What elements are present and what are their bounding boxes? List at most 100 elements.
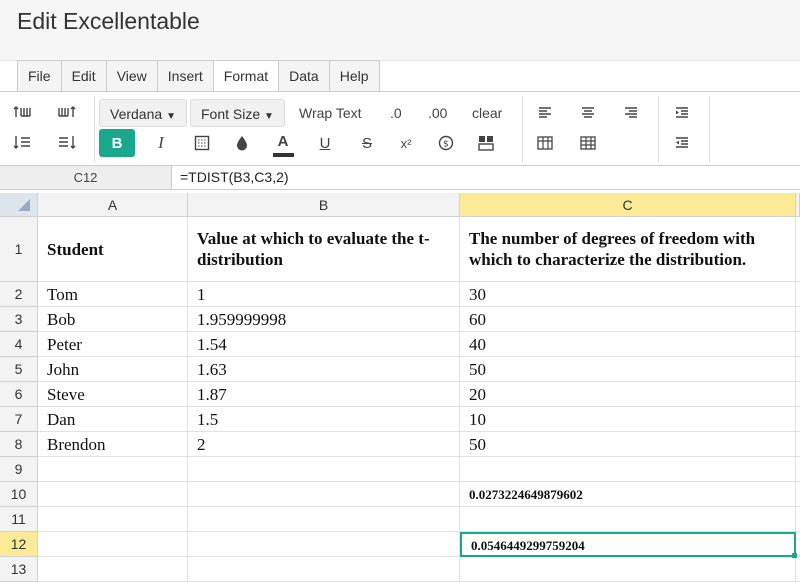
row-header[interactable]: 11 xyxy=(0,507,38,532)
row-header[interactable]: 1 xyxy=(0,217,38,282)
grid-cell[interactable] xyxy=(38,557,188,582)
decrease-decimal-button[interactable]: .0 xyxy=(390,99,402,127)
align-center-icon[interactable] xyxy=(573,100,603,126)
menu-data[interactable]: Data xyxy=(279,61,330,92)
currency-icon[interactable]: $ xyxy=(431,130,461,156)
cell-border-icon[interactable] xyxy=(187,130,217,156)
grid-cell[interactable] xyxy=(188,557,460,582)
superscript-button[interactable]: x² xyxy=(391,130,421,156)
font-size-select[interactable]: Font Size ▼ xyxy=(190,99,285,127)
column-header-c[interactable]: C xyxy=(460,193,796,217)
grid-cell[interactable]: 50 xyxy=(460,432,796,457)
row-header[interactable]: 13 xyxy=(0,557,38,582)
cell-reference-box[interactable]: C12 xyxy=(0,166,172,189)
table-grid-icon[interactable] xyxy=(530,130,560,156)
row-header[interactable]: 12 xyxy=(0,532,38,557)
row-header[interactable]: 10 xyxy=(0,482,38,507)
row-header[interactable]: 9 xyxy=(0,457,38,482)
grid-cell[interactable]: John xyxy=(38,357,188,382)
grid-cell[interactable]: 1.959999998 xyxy=(188,307,460,332)
insert-row-above-icon[interactable] xyxy=(8,100,38,126)
row-header[interactable]: 4 xyxy=(0,332,38,357)
menu-help[interactable]: Help xyxy=(330,61,379,92)
all-borders-icon[interactable] xyxy=(573,130,603,156)
grid-cell[interactable] xyxy=(38,457,188,482)
grid-cell[interactable] xyxy=(796,307,800,332)
grid-cell[interactable] xyxy=(460,457,796,482)
grid-cell[interactable] xyxy=(38,532,188,557)
grid-cell[interactable]: 60 xyxy=(460,307,796,332)
bold-button[interactable]: B xyxy=(99,129,135,157)
grid-cell[interactable] xyxy=(796,357,800,382)
grid-cell[interactable]: 1.87 xyxy=(188,382,460,407)
italic-button[interactable]: I xyxy=(146,130,176,156)
indent-icon[interactable] xyxy=(667,100,697,126)
menu-insert[interactable]: Insert xyxy=(158,61,214,92)
outdent-icon[interactable] xyxy=(667,130,697,156)
grid-cell[interactable]: The number of degrees of freedom with wh… xyxy=(460,217,796,282)
grid-cell[interactable] xyxy=(188,482,460,507)
grid-cell[interactable]: 0.0273224649879602 xyxy=(460,482,796,507)
grid-cell[interactable]: 20 xyxy=(460,382,796,407)
grid-cell[interactable]: 2 xyxy=(188,432,460,457)
grid-cell[interactable] xyxy=(796,332,800,357)
grid-cell[interactable] xyxy=(796,507,800,532)
delete-row-icon[interactable] xyxy=(52,130,82,156)
menu-view[interactable]: View xyxy=(107,61,158,92)
grid-cell[interactable] xyxy=(188,532,460,557)
grid-cell[interactable] xyxy=(796,407,800,432)
row-header[interactable]: 2 xyxy=(0,282,38,307)
grid-cell[interactable] xyxy=(38,507,188,532)
row-header[interactable]: 7 xyxy=(0,407,38,432)
clear-format-button[interactable]: clear xyxy=(472,99,502,127)
menu-edit[interactable]: Edit xyxy=(62,61,107,92)
strikethrough-button[interactable]: S xyxy=(352,130,382,156)
menu-file[interactable]: File xyxy=(18,61,62,92)
row-header[interactable]: 3 xyxy=(0,307,38,332)
column-header-d[interactable] xyxy=(796,193,800,217)
grid-cell[interactable]: 1 xyxy=(188,282,460,307)
grid-cell[interactable] xyxy=(38,482,188,507)
column-header-b[interactable]: B xyxy=(188,193,460,217)
grid-cell[interactable] xyxy=(188,457,460,482)
row-header[interactable]: 8 xyxy=(0,432,38,457)
column-header-a[interactable]: A xyxy=(38,193,188,217)
selected-cell[interactable]: 0.0546449299759204 xyxy=(460,532,796,557)
grid-cell[interactable] xyxy=(796,457,800,482)
menu-format[interactable]: Format xyxy=(213,61,280,93)
row-header[interactable]: 5 xyxy=(0,357,38,382)
grid-cell[interactable] xyxy=(796,382,800,407)
grid-cell[interactable] xyxy=(796,557,800,582)
font-family-select[interactable]: Verdana ▼ xyxy=(99,99,187,127)
fill-color-icon[interactable] xyxy=(227,130,257,156)
formula-input[interactable]: =TDIST(B3,C3,2) xyxy=(180,166,289,189)
grid-cell[interactable]: 10 xyxy=(460,407,796,432)
insert-row-below-icon[interactable] xyxy=(8,130,38,156)
grid-cell[interactable] xyxy=(188,507,460,532)
align-right-icon[interactable] xyxy=(616,100,646,126)
grid-cell[interactable] xyxy=(460,507,796,532)
grid-cell[interactable] xyxy=(796,217,800,282)
grid-cell[interactable]: Bob xyxy=(38,307,188,332)
font-color-button[interactable]: A xyxy=(268,128,298,154)
grid-cell[interactable]: Tom xyxy=(38,282,188,307)
grid-cell[interactable]: Dan xyxy=(38,407,188,432)
grid-cell[interactable]: 1.54 xyxy=(188,332,460,357)
align-left-icon[interactable] xyxy=(530,100,560,126)
select-all-corner[interactable] xyxy=(0,193,38,217)
grid-cell[interactable]: 1.63 xyxy=(188,357,460,382)
grid-cell[interactable]: Steve xyxy=(38,382,188,407)
grid-cell[interactable]: 50 xyxy=(460,357,796,382)
grid-cell[interactable]: Student xyxy=(38,217,188,282)
grid-cell[interactable] xyxy=(796,282,800,307)
grid-cell[interactable]: Peter xyxy=(38,332,188,357)
grid-cell[interactable]: 1.5 xyxy=(188,407,460,432)
row-header[interactable]: 6 xyxy=(0,382,38,407)
grid-cell[interactable]: 40 xyxy=(460,332,796,357)
wrap-text-button[interactable]: Wrap Text xyxy=(299,99,362,127)
grid-cell[interactable]: Value at which to evaluate the t-distrib… xyxy=(188,217,460,282)
grid-cell[interactable]: Brendon xyxy=(38,432,188,457)
insert-col-icon[interactable] xyxy=(52,100,82,126)
underline-button[interactable]: U xyxy=(310,130,340,156)
merge-cells-icon[interactable] xyxy=(471,130,501,156)
